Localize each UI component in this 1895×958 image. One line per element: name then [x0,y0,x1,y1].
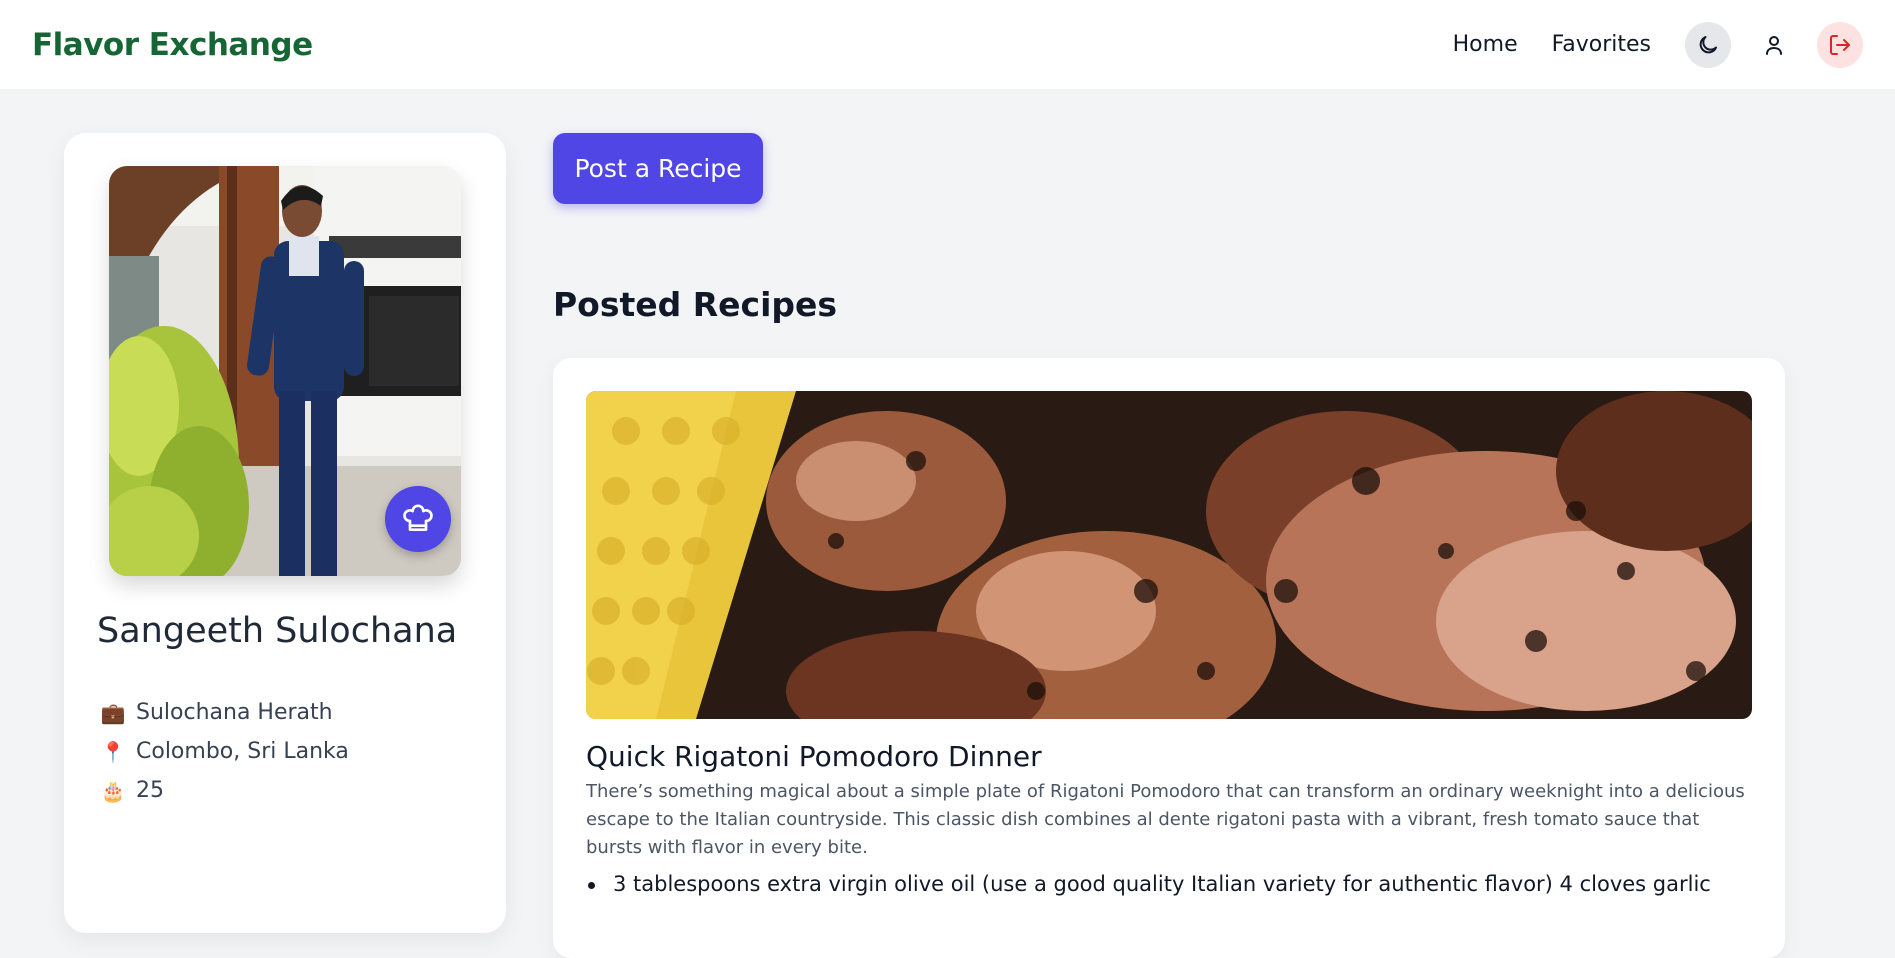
post-recipe-button[interactable]: Post a Recipe [553,133,763,204]
theme-toggle-button[interactable] [1685,21,1731,68]
recipe-card[interactable]: Quick Rigatoni Pomodoro Dinner There’s s… [553,358,1785,958]
recipe-photo [586,391,1752,719]
company-text: Sulochana Herath [136,700,333,725]
ingredient-text: 3 tablespoons extra virgin olive oil (us… [613,872,1711,896]
nav-actions: Home Favorites [1453,21,1863,68]
logout-icon [1830,34,1850,55]
top-navbar: Flavor Exchange Home Favorites [0,0,1895,89]
profile-name: Sangeeth Sulochana [97,611,458,651]
profile-button[interactable] [1751,22,1797,68]
recipe-title[interactable]: Quick Rigatoni Pomodoro Dinner [586,740,1042,773]
profile-details: 💼 Sulochana Herath 📍 Colombo, Sri Lanka … [100,693,349,810]
bullet-icon [588,882,595,889]
profile-card: Sangeeth Sulochana 💼 Sulochana Herath 📍 … [64,133,506,933]
profile-detail-age: 🎂 25 [100,771,349,810]
user-icon [1766,35,1782,55]
moon-icon [1699,35,1717,53]
nav-link-favorites[interactable]: Favorites [1552,32,1651,57]
profile-detail-company: 💼 Sulochana Herath [100,693,349,732]
location-text: Colombo, Sri Lanka [136,739,349,764]
birthday-cake-icon: 🎂 [100,778,126,803]
nav-link-home[interactable]: Home [1453,32,1518,57]
age-text: 25 [136,778,164,803]
location-pin-icon: 📍 [100,739,126,764]
briefcase-icon: 💼 [100,700,126,725]
profile-detail-location: 📍 Colombo, Sri Lanka [100,732,349,771]
recipe-image [586,391,1752,719]
chef-hat-badge[interactable] [385,486,451,552]
chef-hat-icon [403,504,433,531]
list-item: 3 tablespoons extra virgin olive oil (us… [586,872,1752,896]
brand-logo[interactable]: Flavor Exchange [32,27,313,63]
recipe-description: There’s something magical about a simple… [586,781,1745,858]
logout-button[interactable] [1817,21,1863,68]
ingredient-list: 3 tablespoons extra virgin olive oil (us… [586,872,1752,896]
section-title: Posted Recipes [553,285,838,324]
